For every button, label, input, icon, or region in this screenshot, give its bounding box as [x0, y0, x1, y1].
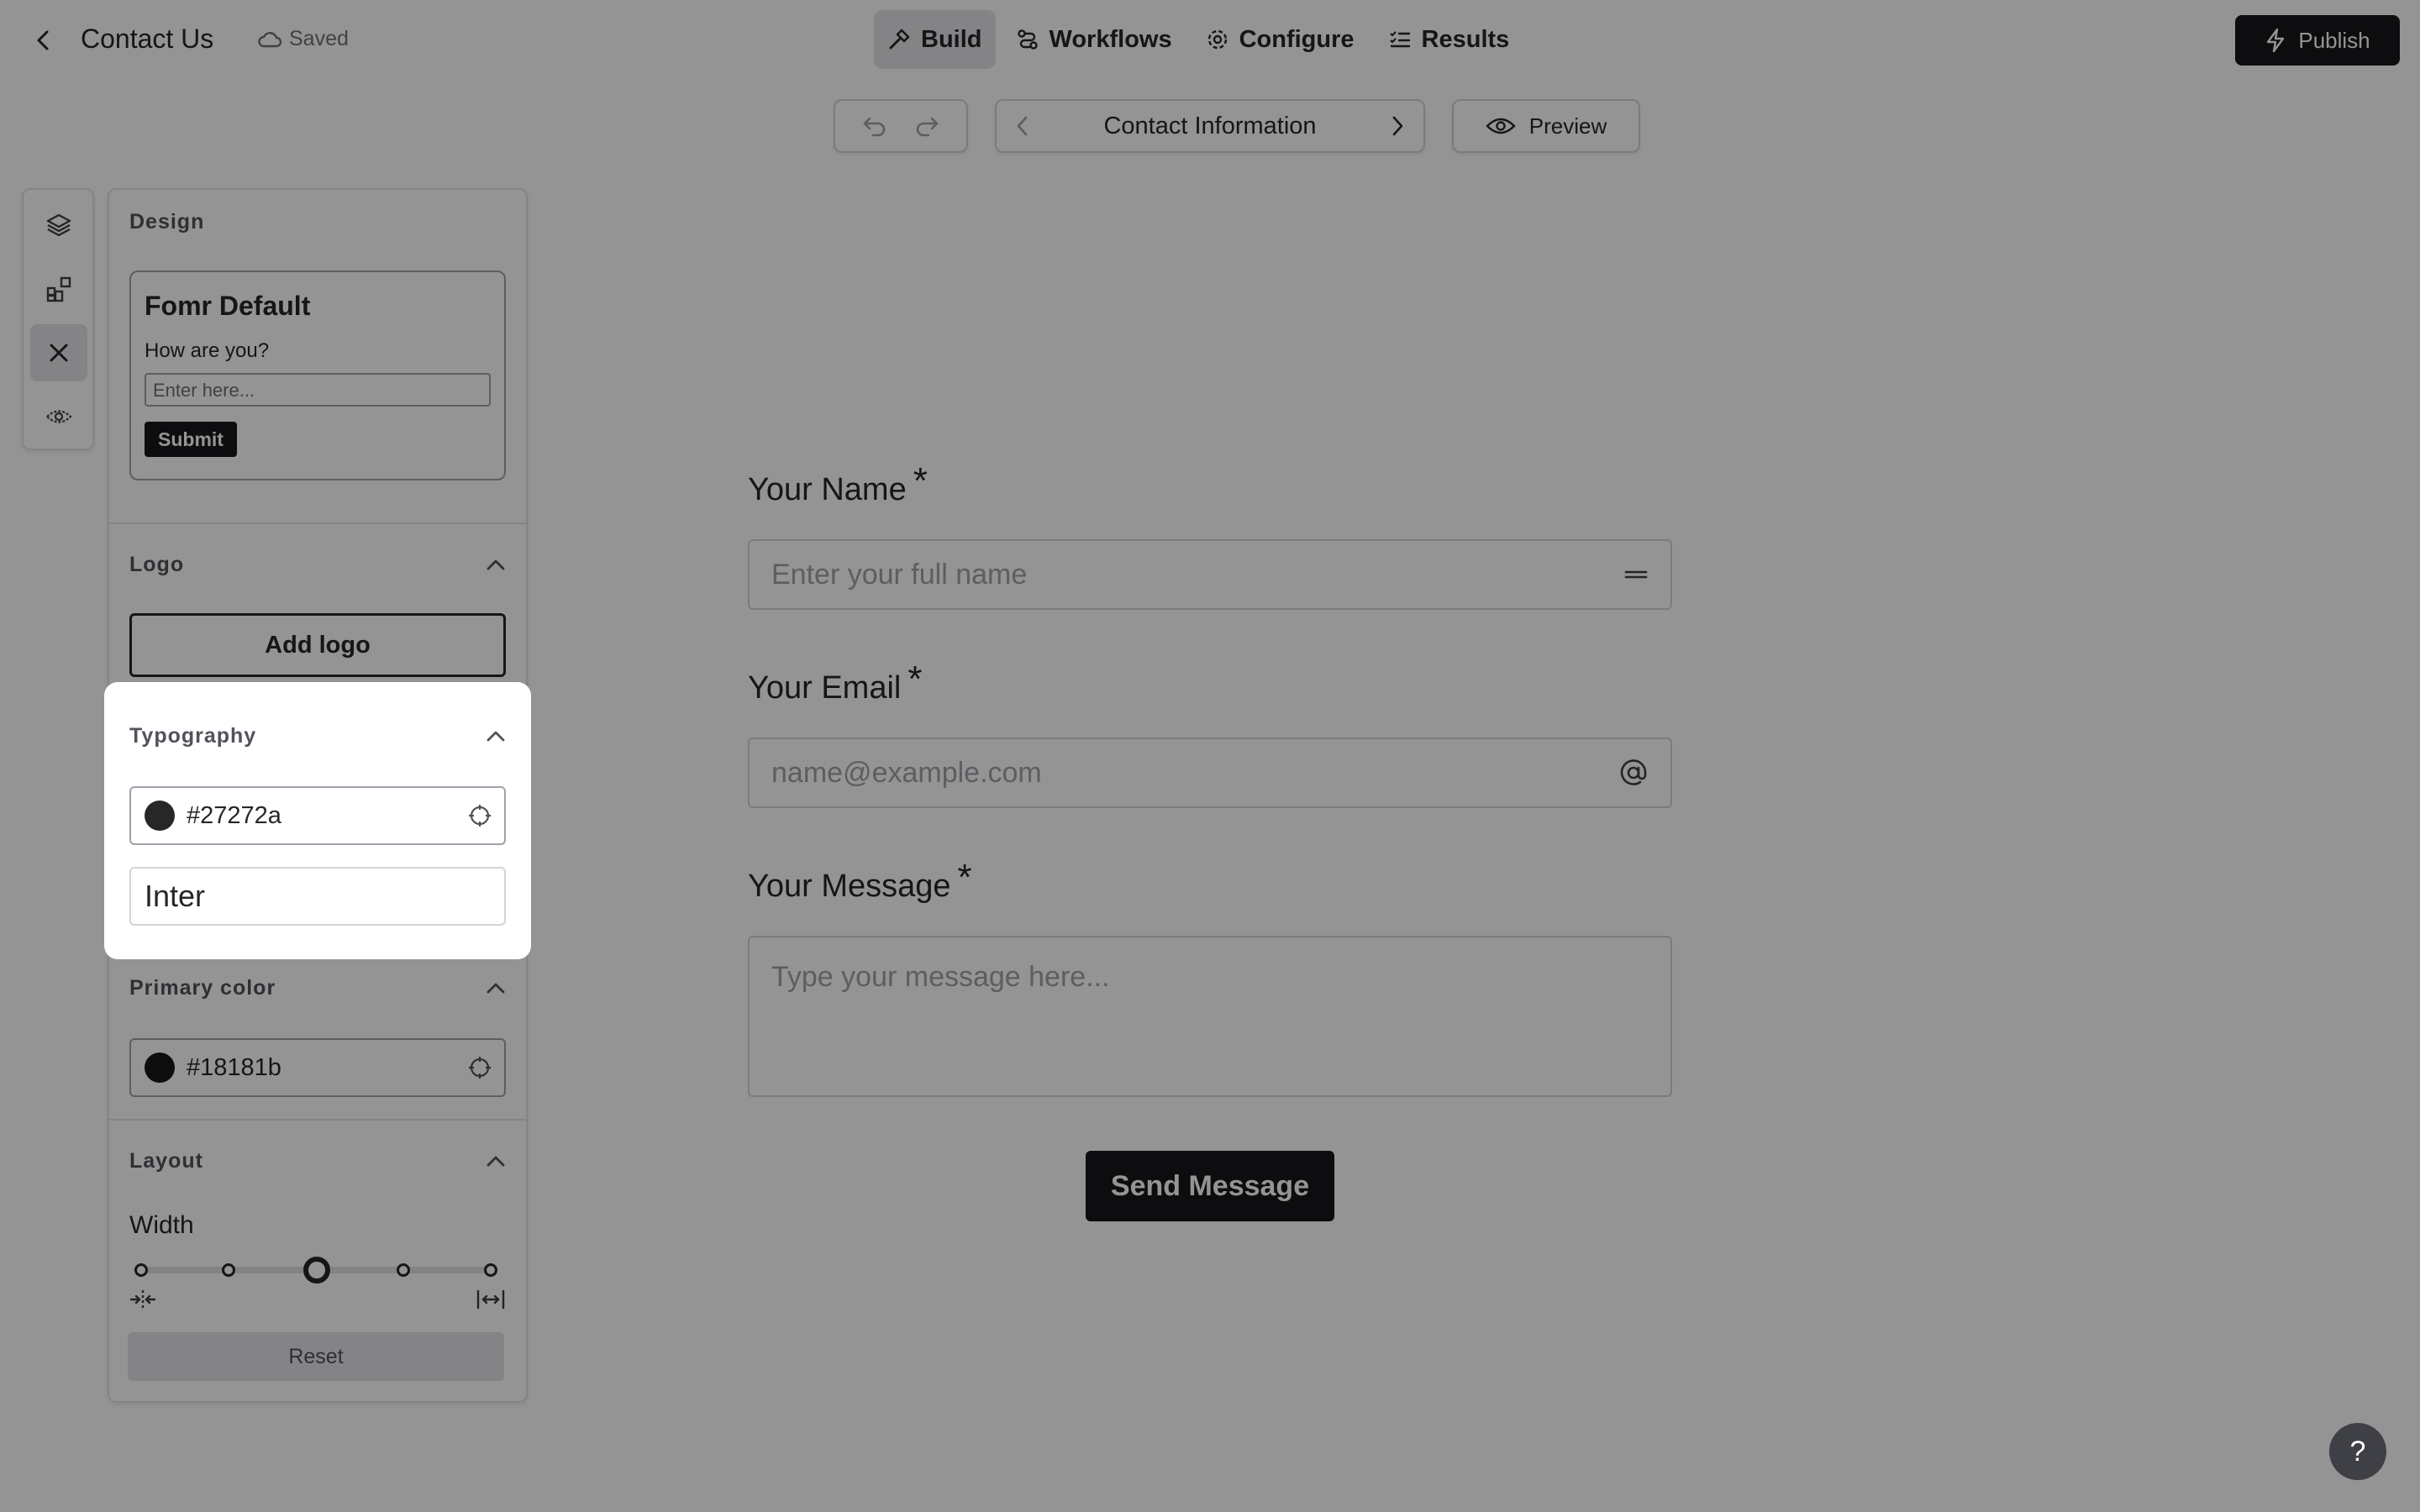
typography-section-label: Typography [129, 723, 257, 748]
typography-section: Typography #27272a Inter [104, 682, 531, 959]
typography-font-select[interactable]: Inter [129, 867, 506, 926]
typography-color-field[interactable]: #27272a [129, 786, 506, 845]
typography-section-header[interactable]: Typography [129, 719, 506, 753]
typography-color-swatch[interactable] [145, 801, 175, 831]
help-button[interactable]: ? [2329, 1423, 2386, 1480]
eyedropper-icon[interactable] [467, 803, 492, 828]
chevron-up-icon [487, 731, 505, 742]
typography-color-value[interactable]: #27272a [187, 802, 455, 830]
